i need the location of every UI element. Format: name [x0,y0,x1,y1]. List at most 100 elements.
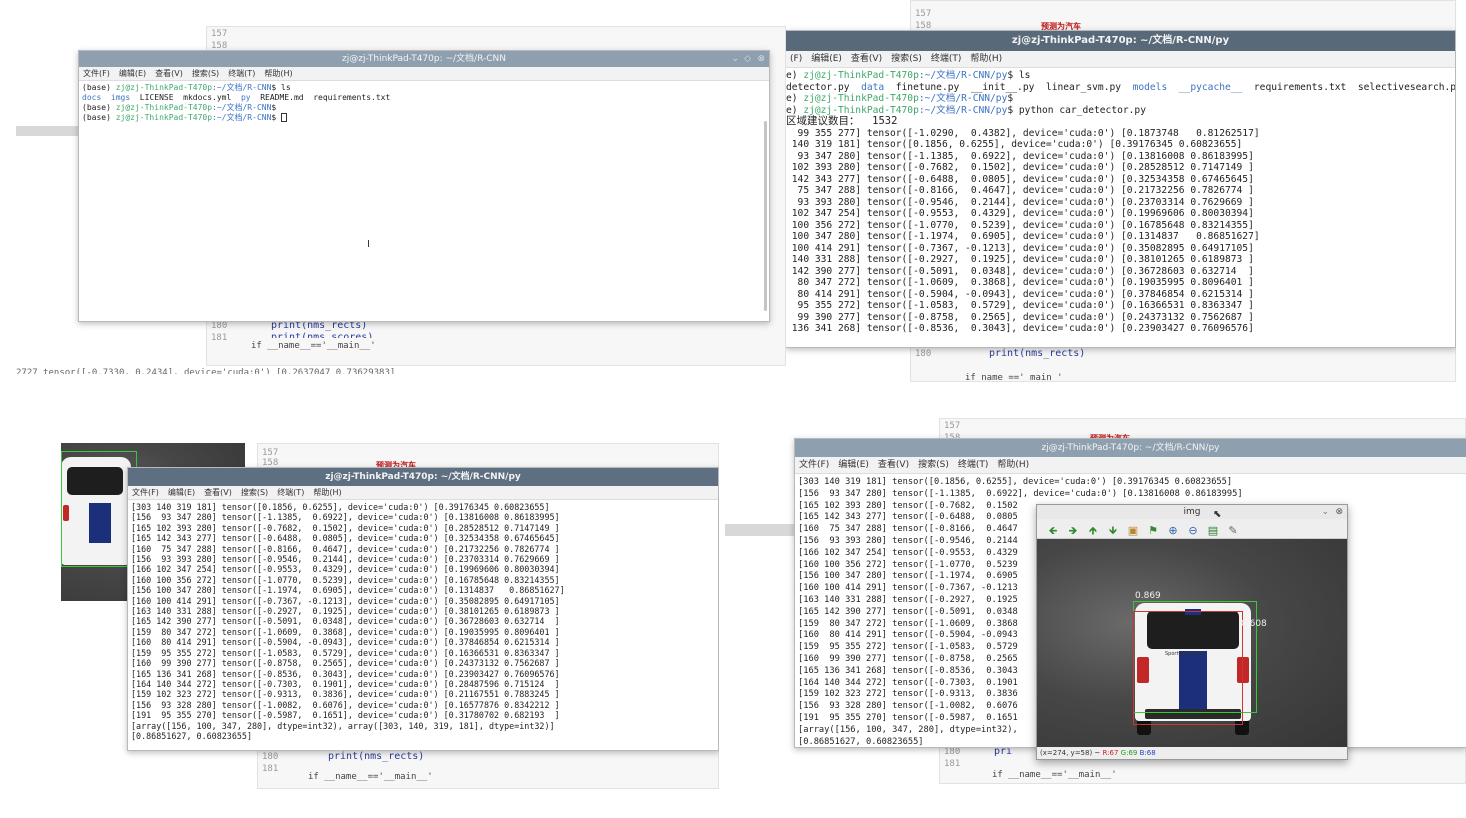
line-number: 157 [211,29,228,39]
terminal-window[interactable]: zj@zj-ThinkPad-T470p: ~/文档/R-CNN/py (F) 编… [786,30,1456,348]
terminal-line: 80 414 291] tensor([-0.5904, -0.0943], d… [786,288,1254,300]
arrow-up-icon[interactable]: 🡹 [1086,524,1100,538]
menu-search[interactable]: 搜索(S) [891,54,922,64]
line-number: 181 [262,764,279,774]
terminal-menu-bar: (F) 编辑(E) 查看(V) 搜索(S) 终端(T) 帮助(H) [786,51,1455,68]
close-icon[interactable]: ⊗ [757,51,765,67]
menu-view[interactable]: 查看(V) [155,69,183,78]
terminal-line: 99 355 277] tensor([-1.0290, 0.4382], de… [786,127,1260,139]
terminal-line: detector.py data finetune.py __init__.py… [786,81,1456,93]
pen-icon[interactable]: ✎ [1226,524,1240,538]
arrow-right-icon[interactable]: 🡺 [1066,524,1080,538]
terminal-line: 100 414 291] tensor([-0.7367, -0.1213], … [786,242,1254,254]
terminal-title-bar[interactable]: zj@zj-ThinkPad-T470p: ~/文档/R-CNN/py [128,468,718,486]
terminal-line: 95 355 272] tensor([-1.0583, 0.5729], de… [786,300,1254,311]
terminal-line: (base) zj@zj-ThinkPad-T470p:~/文档/R-CNN$ … [82,83,291,92]
zoom-out-icon[interactable]: ⊖ [1186,524,1200,538]
menu-file[interactable]: 文件(F) [83,69,110,78]
save-icon[interactable]: ▤ [1206,524,1220,538]
terminal-line: e) zj@zj-ThinkPad-T470p:~/文档/R-CNN/py$ [786,93,1014,104]
menu-file[interactable]: 文件(F) [132,488,159,497]
line-number: 180 [915,349,932,359]
menu-edit[interactable]: 编辑(E) [838,460,869,470]
image-viewer-window[interactable]: img ⌄ ⊗ 🡸 🡺 🡹 🡻 ▣ ⚑ ⊕ ⊖ ▤ ✎ Sportvport.com 0.869 … [1036,504,1348,760]
image-status-bar: (x=274, y=58) ~ R:67 G:69 B:68 [1037,747,1347,759]
menu-terminal[interactable]: 终端(T) [958,460,989,470]
code-line: if __name__=='__main__' [251,341,376,351]
menu-edit[interactable]: 编辑(E) [119,69,146,78]
line-number: 157 [944,421,961,431]
menu-help[interactable]: 帮助(H) [970,54,1002,64]
image-toolbar: 🡸 🡺 🡹 🡻 ▣ ⚑ ⊕ ⊖ ▤ ✎ [1037,519,1347,539]
arrow-left-icon[interactable]: 🡸 [1046,524,1060,538]
menu-terminal[interactable]: 终端(T) [931,54,962,64]
divider [725,524,795,536]
divider [16,126,78,136]
terminal-title-bar[interactable]: zj@zj-ThinkPad-T470p: ~/文档/R-CNN/py [795,439,1466,457]
zoom-in-icon[interactable]: ⊕ [1166,524,1180,538]
menu-view[interactable]: 查看(V) [204,488,232,497]
menu-help[interactable]: 帮助(H) [997,460,1029,470]
ibeam-cursor-icon: I [367,239,370,250]
terminal-line: 136 341 268] tensor([-0.8536, 0.3043], d… [786,323,1254,334]
menu-search[interactable]: 搜索(S) [241,488,268,497]
terminal-line: 75 347 288] tensor([-0.8166, 0.4647], de… [786,185,1254,196]
minimize-icon[interactable]: ⌄ [731,51,739,67]
menu-file[interactable]: 文件(F) [799,460,829,470]
terminal-output[interactable]: [303 140 319 181] tensor([0.1856, 0.6255… [128,500,718,743]
menu-file[interactable]: (F) [790,54,802,64]
close-icon[interactable]: ⊗ [1335,505,1343,519]
detection-box-secondary [1133,611,1243,725]
terminal-output[interactable]: e) zj@zj-ThinkPad-T470p:~/文档/R-CNN/py$ l… [786,68,1455,337]
menu-help[interactable]: 帮助(H) [264,69,292,78]
terminal-line: [165 102 393 280] tensor([-0.7682, 0.150… [131,522,560,533]
code-line: print(nms_scores) [271,332,374,338]
scrollbar[interactable] [764,121,767,311]
line-number: 157 [915,9,932,19]
terminal-line: [163 140 331 288] tensor([-0.2927, 0.192… [131,606,560,617]
mouse-pointer-icon: ⬉ [1213,509,1222,520]
arrow-down-icon[interactable]: 🡻 [1106,524,1120,538]
menu-help[interactable]: 帮助(H) [313,488,341,497]
terminal-menu-bar: 文件(F) 编辑(E) 查看(V) 搜索(S) 终端(T) 帮助(H) [128,486,718,500]
menu-edit[interactable]: 编辑(E) [168,488,195,497]
terminal-title-bar[interactable]: zj@zj-ThinkPad-T470p: ~/文档/R-CNN/py [786,31,1455,51]
terminal-title-bar[interactable]: zj@zj-ThinkPad-T470p: ~/文档/R-CNN ⌄ ◇ ⊗ [79,51,769,67]
detection-score: 69 [63,459,75,469]
menu-search[interactable]: 搜索(S) [192,69,219,78]
menu-search[interactable]: 搜索(S) [918,460,949,470]
flag-icon[interactable]: ⚑ [1146,524,1160,538]
menu-edit[interactable]: 编辑(E) [811,54,842,64]
terminal-line: 80 347 272] tensor([-1.0609, 0.3868], de… [786,277,1254,288]
maximize-icon[interactable]: ◇ [744,51,751,67]
terminal-line: 142 390 277] tensor([-0.5091, 0.0348], d… [786,265,1254,277]
terminal-line: 100 347 280] tensor([-1.1974, 0.6905], d… [786,231,1260,242]
menu-view[interactable]: 查看(V) [851,54,882,64]
terminal-line: 140 319 181] tensor([0.1856, 0.6255], de… [786,139,1243,150]
code-line: if __name__=='__main__' [308,772,433,782]
terminal-line: 102 347 254] tensor([-0.9553, 0.4329], d… [786,208,1254,219]
terminal-line: [160 75 347 288] tensor([-0.8166, 0.4647… [131,543,560,554]
terminal-window[interactable]: zj@zj-ThinkPad-T470p: ~/文档/R-CNN ⌄ ◇ ⊗ 文… [78,50,770,322]
terminal-line: [166 102 347 254] tensor([-0.9553, 0.432… [131,564,560,575]
terminal-line: 140 331 288] tensor([-0.2927, 0.1925], d… [786,254,1254,265]
line-number: 180 [944,747,961,757]
line-number: 181 [211,333,228,343]
terminal-line: [303 140 319 181] tensor([0.1856, 0.6255… [798,477,1233,487]
terminal-output[interactable]: (base) zj@zj-ThinkPad-T470p:~/文档/R-CNN$ … [79,81,769,125]
terminal-line: [160 99 390 277] tensor([-0.8758, 0.2565… [131,658,560,669]
save-image-icon[interactable]: ▣ [1126,524,1140,538]
terminal-window[interactable]: zj@zj-ThinkPad-T470p: ~/文档/R-CNN/py 文件(F… [127,467,719,751]
terminal-line: [0.86851627, 0.60823655] [131,730,253,741]
window-title: zj@zj-ThinkPad-T470p: ~/文档/R-CNN/py [1041,443,1220,453]
minimize-icon[interactable]: ⌄ [1321,505,1329,519]
menu-view[interactable]: 查看(V) [878,460,909,470]
menu-terminal[interactable]: 终端(T) [228,69,255,78]
terminal-line: [160 100 356 272] tensor([-1.0770, 0.523… [131,574,560,585]
image-viewer-title-bar[interactable]: img ⌄ ⊗ [1037,505,1347,519]
window-title: zj@zj-ThinkPad-T470p: ~/文档/R-CNN [342,54,506,64]
terminal-line: [165 142 390 277] tensor([-0.5091, 0.034… [131,616,560,627]
menu-terminal[interactable]: 终端(T) [277,488,304,497]
panel-bottom-right: 157 158 预测为汽车 180 181 pri if __name__=='… [725,418,1466,798]
line-number: 180 [211,321,228,331]
